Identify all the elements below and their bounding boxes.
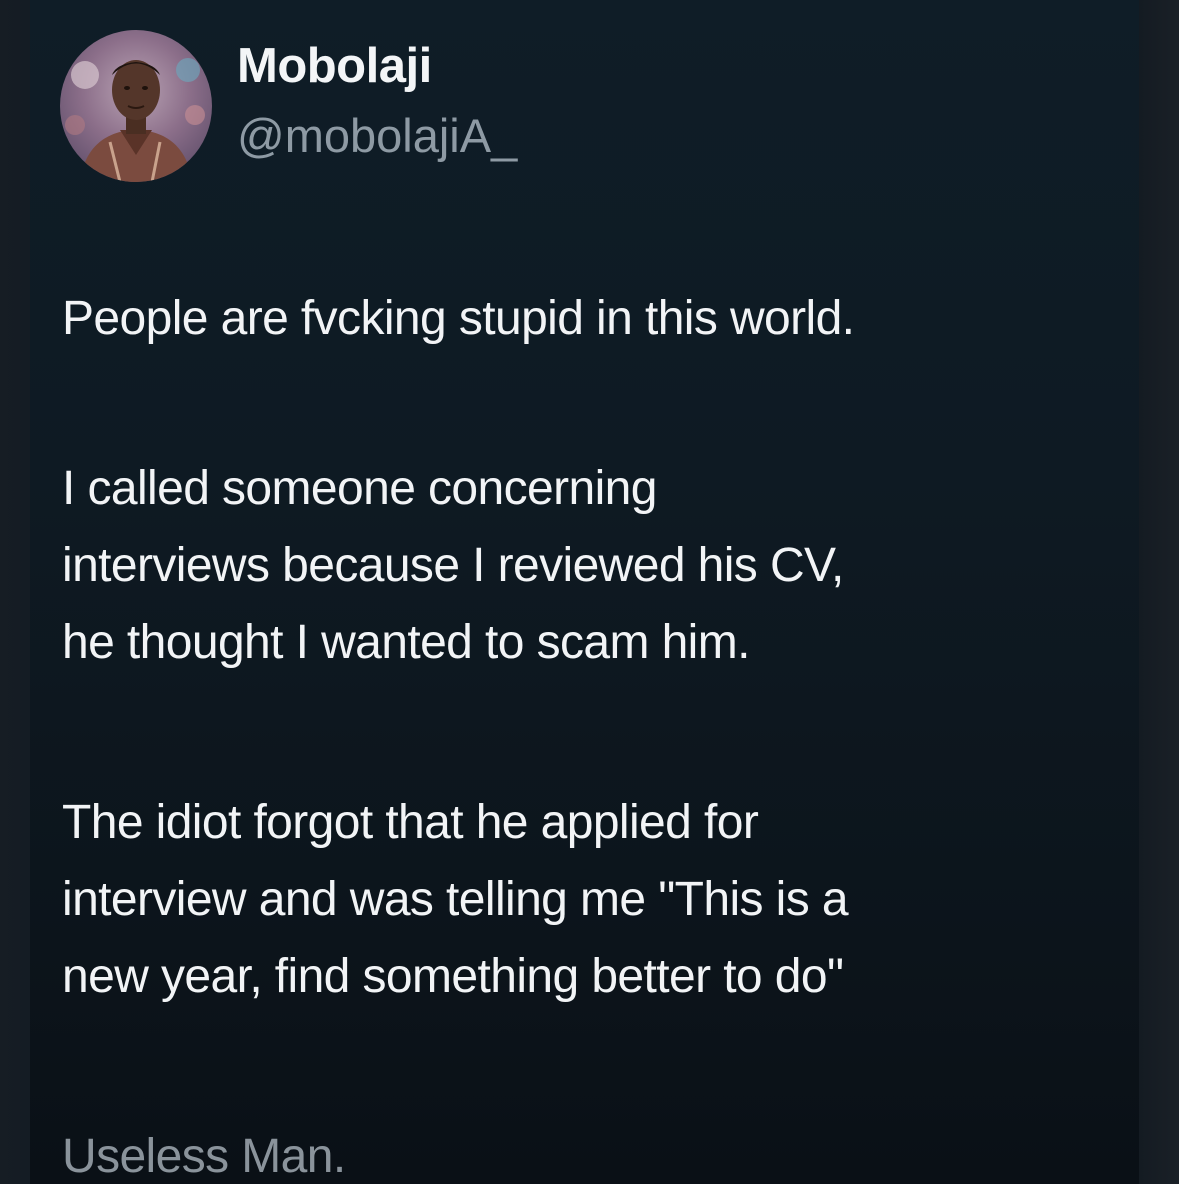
- tweet-line: new year, find something better to do": [62, 950, 844, 1003]
- user-handle[interactable]: @mobolajiA_: [237, 108, 517, 163]
- tweet-line: I called someone concerning: [62, 462, 657, 515]
- tweet-paragraph-4: Useless Man.: [62, 1118, 346, 1184]
- tweet-paragraph-1: People are fvcking stupid in this world.: [62, 280, 855, 357]
- tweet-line: interview and was telling me "This is a: [62, 873, 849, 926]
- tweet-line: he thought I wanted to scam him.: [62, 616, 750, 669]
- tweet-paragraph-3: The idiot forgot that he applied for int…: [62, 784, 849, 1015]
- profile-photo-icon: [60, 30, 212, 182]
- display-name[interactable]: Mobolaji: [237, 38, 432, 94]
- tweet-paragraph-2: I called someone concerning interviews b…: [62, 450, 844, 681]
- tweet-line: interviews because I reviewed his CV,: [62, 539, 844, 592]
- right-edge: [1139, 0, 1179, 1184]
- tweet-line: The idiot forgot that he applied for: [62, 796, 759, 849]
- avatar[interactable]: [60, 30, 212, 182]
- tweet-line: Useless Man.: [62, 1130, 346, 1183]
- tweet-line: People are fvcking stupid in this world.: [62, 292, 855, 345]
- left-edge: [0, 0, 30, 1184]
- screenshot-frame: Mobolaji @mobolajiA_ People are fvcking …: [0, 0, 1179, 1184]
